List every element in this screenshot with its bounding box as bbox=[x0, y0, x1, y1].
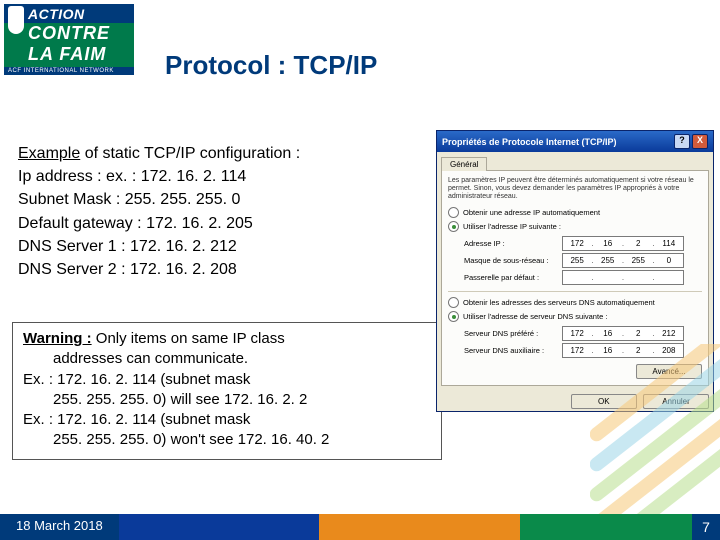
dialog-title: Propriétés de Protocole Internet (TCP/IP… bbox=[442, 137, 617, 147]
radio-auto-dns[interactable]: Obtenir les adresses des serveurs DNS au… bbox=[448, 297, 702, 308]
warning-ex1b: 255. 255. 255. 0) will see 172. 16. 2. 2 bbox=[23, 390, 433, 410]
warning-ex1a: Ex. : 172. 16. 2. 114 (subnet mask bbox=[23, 370, 433, 390]
radio-icon bbox=[448, 311, 459, 322]
radio-static-dns[interactable]: Utiliser l'adresse de serveur DNS suivan… bbox=[448, 311, 702, 322]
input-dns2[interactable]: 172. 16. 2. 208 bbox=[562, 343, 684, 358]
example-header: Example bbox=[18, 145, 80, 162]
warning-ex2b: 255. 255. 255. 0) won't see 172. 16. 40.… bbox=[23, 430, 433, 450]
input-dns1[interactable]: 172. 16. 2. 212 bbox=[562, 326, 684, 341]
input-ip[interactable]: 172. 16. 2. 114 bbox=[562, 236, 684, 251]
logo-word-faim: FAIM bbox=[59, 44, 106, 64]
logo-word-action: ACTION bbox=[28, 6, 85, 22]
help-icon[interactable]: ? bbox=[674, 134, 690, 149]
radio-static-ip-label: Utiliser l'adresse IP suivante : bbox=[463, 222, 561, 231]
label-dns1: Serveur DNS préféré : bbox=[464, 329, 562, 338]
slide-footer: 18 March 2018 7 bbox=[0, 514, 720, 540]
radio-icon bbox=[448, 207, 459, 218]
dialog-panel: Les paramètres IP peuvent être déterminé… bbox=[441, 170, 709, 386]
warning-body-1a: Only items on same IP class bbox=[92, 330, 285, 347]
radio-icon bbox=[448, 221, 459, 232]
footer-date: 18 March 2018 bbox=[0, 514, 119, 540]
label-ip: Adresse IP : bbox=[464, 239, 562, 248]
tab-general[interactable]: Général bbox=[441, 157, 487, 171]
slide-title: Protocol : TCP/IP bbox=[165, 50, 377, 81]
tcpip-properties-dialog: Propriétés de Protocole Internet (TCP/IP… bbox=[436, 130, 714, 412]
radio-auto-dns-label: Obtenir les adresses des serveurs DNS au… bbox=[463, 298, 655, 307]
radio-auto-ip[interactable]: Obtenir une adresse IP automatiquement bbox=[448, 207, 702, 218]
brand-logo: ACTION CONTRE LA FAIM ACF INTERNATIONAL … bbox=[4, 4, 134, 70]
example-block: Example of static TCP/IP configuration :… bbox=[18, 142, 418, 281]
radio-static-dns-label: Utiliser l'adresse de serveur DNS suivan… bbox=[463, 312, 607, 321]
example-line-ip: Ip address : ex. : 172. 16. 2. 114 bbox=[18, 165, 418, 188]
example-line-mask: Subnet Mask : 255. 255. 255. 0 bbox=[18, 188, 418, 211]
label-gw: Passerelle par défaut : bbox=[464, 273, 562, 282]
logo-tagline: ACF INTERNATIONAL NETWORK bbox=[4, 67, 134, 75]
radio-auto-ip-label: Obtenir une adresse IP automatiquement bbox=[463, 208, 600, 217]
example-line-dns1: DNS Server 1 : 172. 16. 2. 212 bbox=[18, 235, 418, 258]
ok-button[interactable]: OK bbox=[571, 394, 637, 409]
dialog-description: Les paramètres IP peuvent être déterminé… bbox=[448, 177, 702, 201]
advanced-button[interactable]: Avancé... bbox=[636, 364, 702, 379]
example-line-gateway: Default gateway : 172. 16. 2. 205 bbox=[18, 212, 418, 235]
example-header-suffix: of static TCP/IP configuration : bbox=[80, 145, 300, 162]
label-mask: Masque de sous-réseau : bbox=[464, 256, 562, 265]
dialog-titlebar[interactable]: Propriétés de Protocole Internet (TCP/IP… bbox=[437, 131, 713, 152]
page-number: 7 bbox=[692, 514, 720, 540]
warning-ex2a: Ex. : 172. 16. 2. 114 (subnet mask bbox=[23, 410, 433, 430]
label-dns2: Serveur DNS auxiliaire : bbox=[464, 346, 562, 355]
warning-head: Warning : bbox=[23, 330, 92, 347]
warning-box: Warning : Only items on same IP class ad… bbox=[12, 322, 442, 460]
radio-icon bbox=[448, 297, 459, 308]
input-gateway[interactable]: . . . bbox=[562, 270, 684, 285]
example-line-dns2: DNS Server 2 : 172. 16. 2. 208 bbox=[18, 258, 418, 281]
warning-body-1b: addresses can communicate. bbox=[23, 349, 433, 369]
input-mask[interactable]: 255. 255. 255. 0 bbox=[562, 253, 684, 268]
radio-static-ip[interactable]: Utiliser l'adresse IP suivante : bbox=[448, 221, 702, 232]
close-icon[interactable]: X bbox=[692, 134, 708, 149]
cancel-button[interactable]: Annuler bbox=[643, 394, 709, 409]
